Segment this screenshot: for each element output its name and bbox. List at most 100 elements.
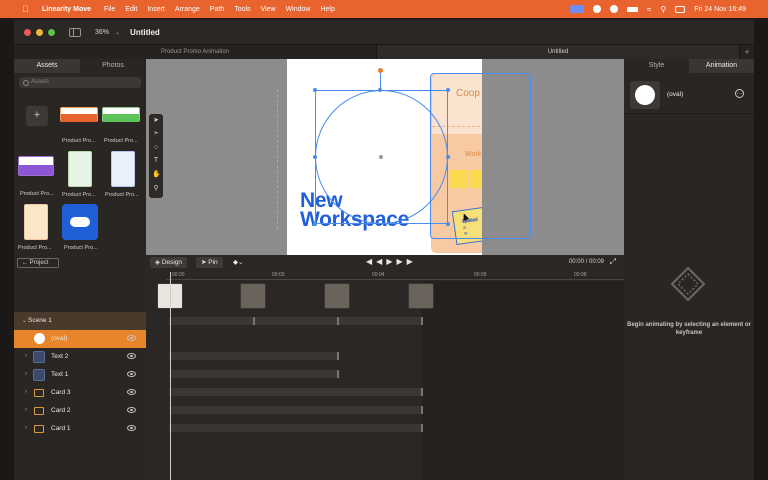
asset-thumbnail — [24, 204, 48, 240]
keyframe-dropdown-icon[interactable]: ◆⌄ — [228, 257, 248, 268]
control-center-icon[interactable] — [675, 5, 686, 13]
fast-forward-icon[interactable]: ▶▶ — [396, 257, 416, 266]
keyframe-marker[interactable] — [253, 317, 255, 325]
keyframe-thumbnail[interactable] — [240, 283, 266, 309]
chevron-right-icon[interactable]: › — [25, 389, 27, 395]
visibility-eye-icon[interactable] — [127, 353, 136, 359]
sidebar-toggle-icon[interactable] — [69, 27, 81, 37]
keyframe-marker[interactable] — [337, 370, 339, 378]
visibility-eye-icon[interactable] — [127, 389, 136, 395]
zoom-level[interactable]: 36% — [95, 29, 109, 36]
timeline-ruler[interactable]: 00:00 00:03 00:04 00:09 00:08 — [166, 272, 624, 280]
chevron-right-icon[interactable]: › — [25, 425, 27, 431]
keyframe-marker[interactable] — [337, 352, 339, 360]
timeline-track[interactable] — [169, 317, 422, 325]
asset-search-input[interactable]: Assets — [19, 77, 141, 88]
project-button[interactable]: ← Project — [17, 258, 59, 268]
tab-untitled[interactable]: Untitled — [377, 45, 740, 59]
keyframe-marker[interactable] — [421, 388, 423, 396]
resize-handle[interactable] — [313, 88, 317, 92]
resize-handle[interactable] — [378, 88, 382, 92]
rewind-icon[interactable]: ◀◀ — [366, 257, 386, 266]
canvas-area[interactable]: New Workspace Coop Work Fix a w Unified … — [146, 59, 624, 255]
menu-window[interactable]: Window — [286, 6, 311, 13]
menu-edit[interactable]: Edit — [125, 6, 137, 13]
tab-assets[interactable]: Assets — [14, 59, 80, 73]
shape-tool-icon[interactable]: ○ — [152, 144, 160, 152]
add-asset-button[interactable]: + — [26, 106, 48, 126]
tab-photos[interactable]: Photos — [80, 59, 146, 73]
keyframe-marker[interactable] — [421, 424, 423, 432]
layer-row-card-3[interactable]: › Card 3 — [14, 384, 146, 402]
wifi-icon[interactable]: ≈ — [647, 5, 651, 14]
document-title[interactable]: Untitled — [130, 28, 160, 37]
rotation-handle[interactable] — [378, 68, 383, 73]
chevron-right-icon[interactable]: › — [25, 407, 27, 413]
menu-help[interactable]: Help — [320, 6, 334, 13]
selected-element-row[interactable]: (oval) … — [628, 79, 750, 111]
chevron-right-icon[interactable]: › — [25, 353, 27, 359]
zoom-chevron-down-icon[interactable]: ⌄ — [115, 29, 120, 36]
visibility-eye-icon[interactable] — [127, 335, 136, 341]
visibility-eye-icon[interactable] — [127, 407, 136, 413]
keyframe-marker[interactable] — [421, 406, 423, 414]
menu-insert[interactable]: Insert — [147, 6, 165, 13]
tab-product-promo[interactable]: Product Promo Animation — [14, 45, 377, 59]
settings-status-icon[interactable] — [593, 5, 601, 13]
chevron-down-icon[interactable]: ⌄ — [22, 317, 27, 324]
layer-row-card-1[interactable]: › Card 1 — [14, 420, 146, 438]
more-options-icon[interactable]: … — [735, 89, 744, 98]
playhead[interactable] — [170, 272, 171, 480]
layer-row-text-1[interactable]: › Text 1 — [14, 366, 146, 384]
keyframe-marker[interactable] — [421, 317, 423, 325]
layer-row-oval[interactable]: (oval) — [14, 330, 146, 348]
tab-animation[interactable]: Animation — [689, 59, 754, 73]
expand-timeline-icon[interactable]: ⤢ — [610, 257, 616, 267]
battery-icon[interactable] — [627, 6, 638, 12]
apple-menu-icon[interactable]:  — [22, 4, 36, 14]
keyframe-thumbnail[interactable] — [324, 283, 350, 309]
tab-style[interactable]: Style — [624, 59, 689, 73]
menu-tools[interactable]: Tools — [234, 6, 250, 13]
layer-row-card-2[interactable]: › Card 2 — [14, 402, 146, 420]
zoom-window-button[interactable] — [48, 28, 55, 36]
resize-handle[interactable] — [313, 155, 317, 159]
play-icon[interactable]: ▶ — [386, 257, 396, 266]
visibility-eye-icon[interactable] — [127, 371, 136, 377]
menubar-clock[interactable]: Fri 24 Nov 16:49 — [694, 6, 746, 13]
pin-mode-button[interactable]: ➤ Pin — [196, 257, 223, 268]
keyframe-thumbnail[interactable] — [408, 283, 434, 309]
text-layer-icon — [33, 351, 45, 363]
card-bounding-box[interactable] — [430, 73, 531, 239]
select-tool-icon[interactable]: ➤ — [152, 117, 160, 125]
timeline-track[interactable] — [169, 424, 422, 432]
pin-mode-label: Pin — [208, 259, 218, 266]
design-mode-button[interactable]: ◈ Design — [150, 257, 188, 268]
app-name-menu[interactable]: Linearity Move — [42, 6, 91, 13]
menu-arrange[interactable]: Arrange — [175, 6, 200, 13]
direct-select-tool-icon[interactable]: ➣ — [152, 130, 160, 138]
menu-view[interactable]: View — [261, 6, 276, 13]
visibility-eye-icon[interactable] — [127, 425, 136, 431]
timeline-track[interactable] — [169, 352, 339, 360]
screen-share-icon[interactable] — [570, 5, 584, 13]
timeline-track[interactable] — [169, 370, 339, 378]
timeline-track[interactable] — [169, 388, 422, 396]
add-tab-button[interactable]: + — [740, 45, 754, 59]
menu-path[interactable]: Path — [210, 6, 224, 13]
hand-tool-icon[interactable]: ✋ — [152, 171, 161, 179]
text-tool-icon[interactable]: T — [152, 157, 160, 165]
resize-handle[interactable] — [313, 222, 317, 226]
layer-row-scene[interactable]: ⌄ Scene 1 — [14, 312, 146, 330]
spotlight-search-icon[interactable]: ⚲ — [660, 5, 666, 14]
menu-file[interactable]: File — [104, 6, 115, 13]
timeline-track[interactable] — [169, 406, 422, 414]
zoom-tool-icon[interactable]: ⚲ — [152, 185, 160, 193]
app-status-icon[interactable] — [610, 5, 618, 13]
minimize-window-button[interactable] — [36, 28, 43, 36]
keyframe-marker[interactable] — [337, 317, 339, 325]
layer-row-text-2[interactable]: › Text 2 — [14, 348, 146, 366]
chevron-right-icon[interactable]: › — [25, 371, 27, 377]
close-window-button[interactable] — [24, 28, 31, 36]
project-button-label: Project — [29, 260, 49, 266]
